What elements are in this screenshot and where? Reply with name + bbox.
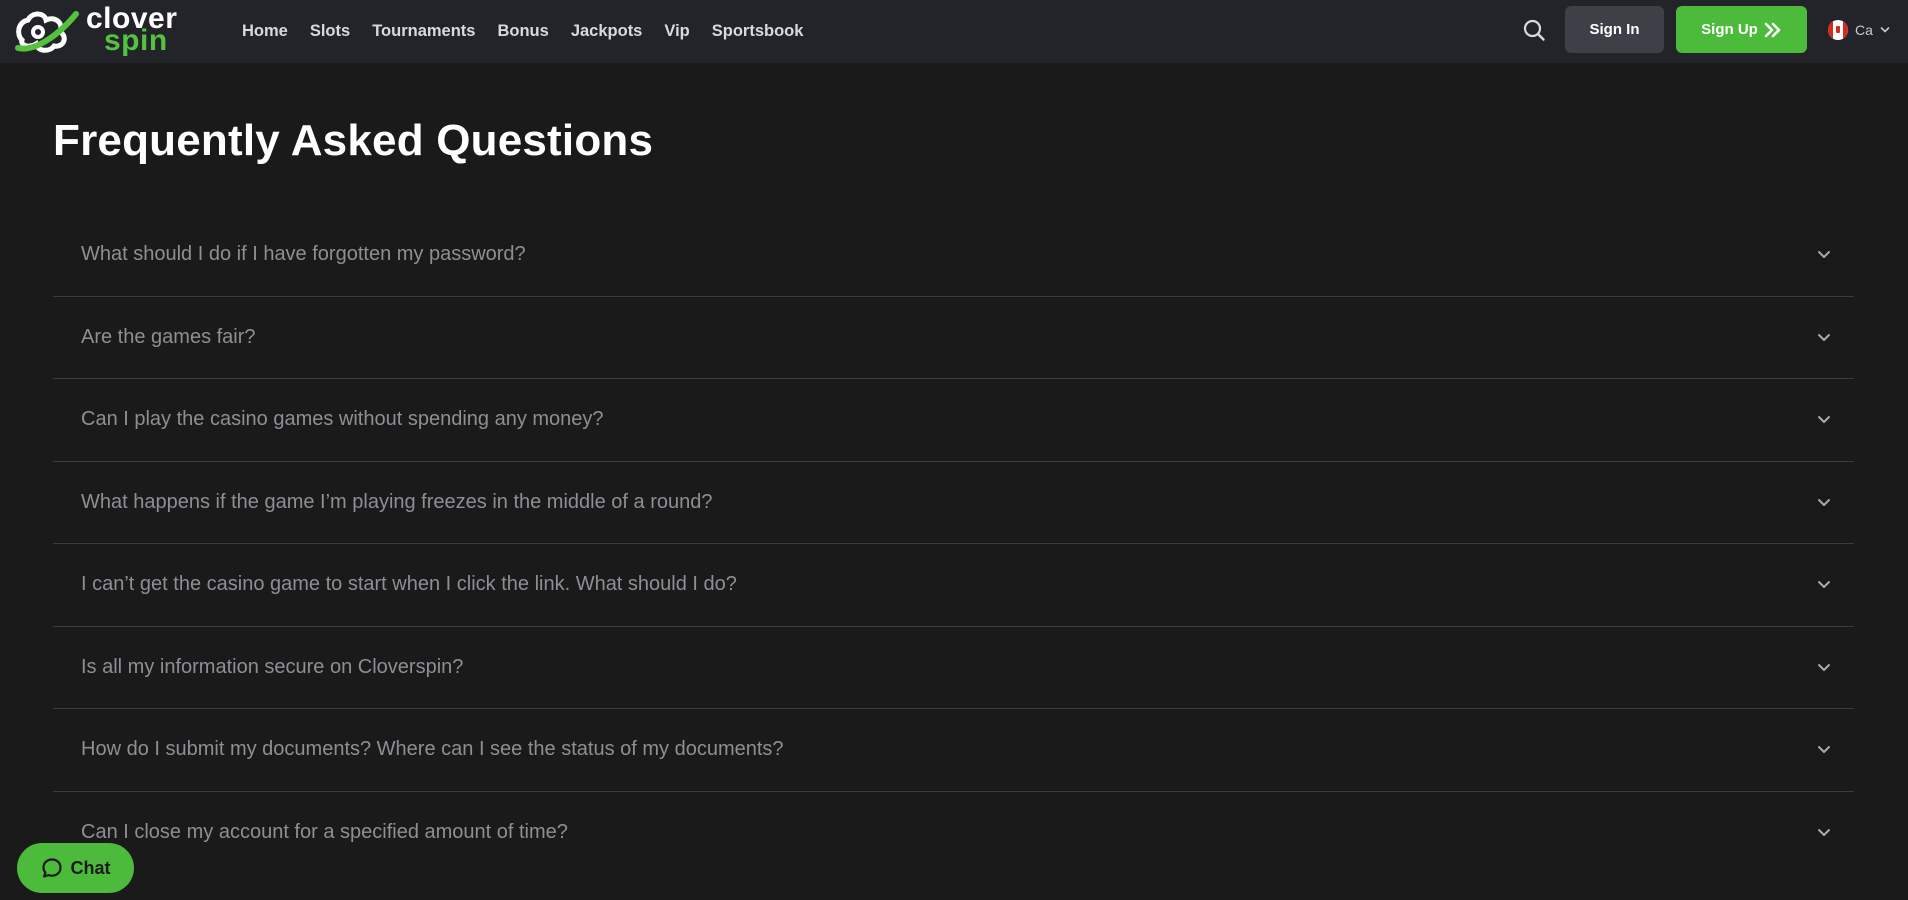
chevron-down-icon: [1816, 825, 1832, 841]
nav-bonus[interactable]: Bonus: [486, 0, 559, 63]
sign-up-label: Sign Up: [1701, 21, 1758, 38]
chevron-down-icon: [1816, 494, 1832, 510]
faq-item[interactable]: I can’t get the casino game to start whe…: [53, 544, 1854, 627]
faq-item[interactable]: Can I play the casino games without spen…: [53, 379, 1854, 462]
nav-sportsbook[interactable]: Sportsbook: [701, 0, 815, 63]
chat-button[interactable]: Chat: [17, 843, 134, 893]
faq-question: What should I do if I have forgotten my …: [81, 243, 526, 266]
faq-item[interactable]: Is all my information secure on Cloversp…: [53, 627, 1854, 709]
faq-item[interactable]: Can I close my account for a specified a…: [53, 792, 1854, 875]
cloverspin-logo[interactable]: clover spin: [14, 4, 194, 57]
top-navigation-bar: clover spin Home Slots Tournaments Bonus…: [0, 0, 1908, 63]
main-nav: Home Slots Tournaments Bonus Jackpots Vi…: [230, 0, 814, 63]
faq-list: What should I do if I have forgotten my …: [53, 214, 1854, 874]
sign-in-button[interactable]: Sign In: [1565, 6, 1664, 53]
double-chevron-right-icon: [1764, 22, 1781, 37]
faq-item[interactable]: How do I submit my documents? Where can …: [53, 709, 1854, 792]
chat-bubble-icon: [41, 858, 62, 878]
chevron-down-icon: [1816, 742, 1832, 758]
chevron-down-icon: [1816, 329, 1832, 345]
sign-in-label: Sign In: [1589, 21, 1640, 38]
faq-item[interactable]: What happens if the game I’m playing fre…: [53, 462, 1854, 544]
chevron-down-icon: [1880, 27, 1890, 33]
logo-word-spin: spin: [104, 24, 168, 57]
chat-label: Chat: [70, 857, 111, 878]
faq-question: Can I close my account for a specified a…: [81, 821, 568, 844]
nav-slots[interactable]: Slots: [299, 0, 361, 63]
faq-question: I can’t get the casino game to start whe…: [81, 573, 737, 596]
faq-item[interactable]: What should I do if I have forgotten my …: [53, 214, 1854, 297]
faq-item[interactable]: Are the games fair?: [53, 297, 1854, 379]
faq-question: What happens if the game I’m playing fre…: [81, 490, 713, 513]
clover-logo-icon: [15, 11, 79, 53]
faq-question: Are the games fair?: [81, 325, 256, 348]
chevron-down-icon: [1816, 659, 1832, 675]
canada-flag-icon: [1828, 20, 1848, 40]
chevron-down-icon: [1816, 577, 1832, 593]
faq-question: Can I play the casino games without spen…: [81, 408, 604, 431]
nav-tournaments[interactable]: Tournaments: [361, 0, 486, 63]
chevron-down-icon: [1816, 412, 1832, 428]
faq-question: How do I submit my documents? Where can …: [81, 738, 784, 761]
page-title: Frequently Asked Questions: [53, 116, 654, 165]
search-button[interactable]: [1520, 16, 1548, 44]
nav-jackpots[interactable]: Jackpots: [560, 0, 654, 63]
language-selector[interactable]: Ca: [1828, 18, 1890, 42]
sign-up-button[interactable]: Sign Up: [1676, 6, 1807, 53]
nav-vip[interactable]: Vip: [653, 0, 700, 63]
language-code: Ca: [1855, 22, 1873, 38]
chevron-down-icon: [1816, 247, 1832, 263]
search-icon: [1523, 19, 1545, 41]
nav-home[interactable]: Home: [230, 0, 299, 63]
faq-question: Is all my information secure on Cloversp…: [81, 655, 464, 678]
logo-wordmark: clover spin: [86, 4, 177, 57]
